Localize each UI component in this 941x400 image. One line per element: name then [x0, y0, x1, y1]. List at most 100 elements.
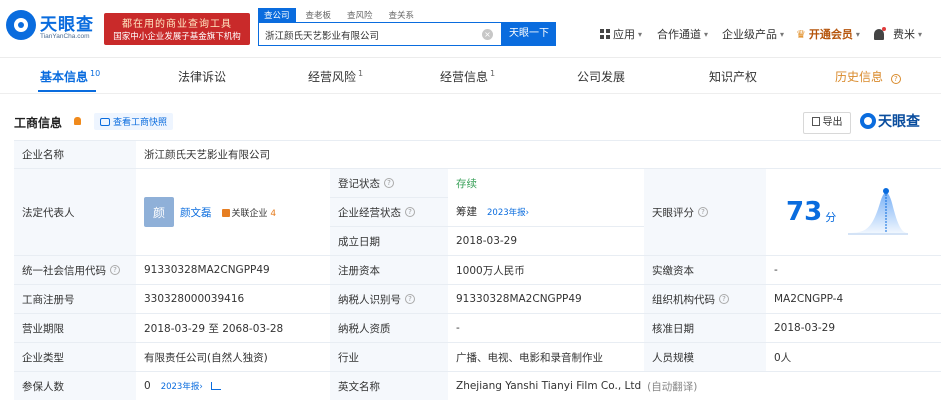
nav-enterprise-label: 企业级产品 — [722, 28, 777, 41]
reg-status-label: 登记状态 — [338, 177, 380, 190]
nav-channel-label: 合作通道 — [657, 28, 701, 41]
value-company-name: 浙江颜氏天艺影业有限公司 — [136, 140, 941, 168]
value-insured: 0 2023年报› — [136, 371, 330, 400]
nav-user-label: 费米 — [893, 28, 915, 41]
nav-channel[interactable]: 合作通道 ▾ — [657, 26, 708, 42]
label-company-name: 企业名称 — [14, 140, 136, 168]
tab-label: 公司发展 — [577, 70, 626, 84]
crown-icon: ♛ — [796, 27, 806, 41]
search-tab-company[interactable]: 查公司 — [258, 8, 296, 22]
insured-report-link[interactable]: 2023年报› — [161, 380, 203, 392]
related-companies[interactable]: 关联企业 4 — [221, 206, 277, 219]
tab-litigation[interactable]: 法律诉讼 — [178, 68, 228, 85]
value-reg-status: 存续 — [448, 168, 644, 197]
question-icon[interactable]: ? — [719, 294, 729, 304]
label-org-code: 组织机构代码? — [644, 284, 766, 313]
chevron-down-icon: ▾ — [855, 29, 860, 39]
question-icon[interactable]: ? — [405, 207, 415, 217]
score-cell[interactable]: 73 分 — [766, 168, 941, 255]
en-name-note: (自动翻译) — [647, 380, 698, 393]
label-type: 企业类型 — [14, 342, 136, 371]
tab-label: 法律诉讼 — [178, 70, 227, 84]
value-biz-status: 筹建 2023年报› — [448, 197, 644, 226]
credit-code-label: 统一社会信用代码 — [22, 264, 106, 277]
label-term: 营业期限 — [14, 313, 136, 342]
question-icon[interactable]: ? — [384, 178, 394, 188]
label-reg-capital: 注册资本 — [330, 255, 448, 284]
logo-eye-icon — [860, 113, 876, 129]
export-button[interactable]: 导出 — [803, 112, 851, 134]
logo-subtitle: TianYanCha.com — [40, 33, 90, 40]
logo-eye-icon — [6, 10, 36, 40]
promo-line1: 都在用的商业查询工具 — [122, 19, 232, 30]
promo-line2: 国家中小企业发展子基金旗下机构 — [113, 32, 241, 42]
tab-ip[interactable]: 知识产权 — [709, 68, 759, 85]
active-tab-indicator — [38, 90, 96, 92]
tab-count: 1 — [358, 69, 364, 78]
top-header: 天眼查 TianYanCha.com 都在用的商业查询工具 国家中小企业发展子基… — [0, 0, 941, 58]
annual-report-label: 2023年报 — [487, 207, 526, 218]
value-org-code: MA2CNGPP-4 — [766, 284, 941, 313]
related-label: 关联企业 — [231, 208, 268, 219]
org-code-label: 组织机构代码 — [652, 293, 715, 306]
section-title: 工商信息 — [14, 116, 63, 130]
camera-icon — [100, 118, 110, 126]
biz-status-value: 筹建 — [456, 206, 477, 218]
label-biz-status: 企业经营状态? — [330, 197, 448, 226]
chevron-down-icon: ▾ — [918, 29, 923, 39]
nav-enterprise[interactable]: 企业级产品 ▾ — [722, 26, 784, 42]
search-tabs: 查公司 查老板 查风险 查关系 — [258, 8, 558, 22]
value-en-name: Zhejiang Yanshi Tianyi Film Co., Ltd (自动… — [448, 371, 941, 400]
tab-count: 1 — [490, 69, 496, 78]
export-icon — [811, 117, 820, 126]
score-unit: 分 — [825, 211, 837, 224]
tab-business-risk[interactable]: 经营风险 1 — [308, 68, 363, 85]
value-approve: 2018-03-29 — [766, 313, 941, 342]
tab-label: 经营风险 — [308, 70, 357, 84]
detail-tabs: 基本信息 10 法律诉讼 经营风险 1 经营信息 1 公司发展 知识产权 历史信息 ? — [0, 62, 941, 94]
label-legal-rep: 法定代表人 — [14, 168, 136, 255]
search-tab-boss[interactable]: 查老板 — [300, 8, 338, 22]
trend-chart-icon[interactable] — [210, 382, 221, 390]
tab-development[interactable]: 公司发展 — [577, 68, 627, 85]
search-tab-risk[interactable]: 查风险 — [341, 8, 379, 22]
nav-app-label: 应用 — [613, 28, 635, 41]
legal-rep-name-link[interactable]: 颜文磊 — [180, 205, 212, 220]
tab-history[interactable]: 历史信息 ? — [835, 68, 901, 85]
clear-icon[interactable]: × — [482, 29, 493, 40]
company-icon — [221, 208, 230, 217]
value-reg-capital: 1000万人民币 — [448, 255, 644, 284]
value-credit-code: 91330328MA2CNGPP49 — [136, 255, 330, 284]
question-icon[interactable]: ? — [405, 294, 415, 304]
site-logo[interactable]: 天眼查 TianYanCha.com — [6, 8, 102, 48]
related-count: 4 — [270, 208, 277, 219]
promo-banner[interactable]: 都在用的商业查询工具 国家中小企业发展子基金旗下机构 — [104, 13, 250, 45]
question-icon: ? — [890, 74, 901, 84]
tab-label: 经营信息 — [440, 70, 489, 84]
snapshot-button[interactable]: 查看工商快照 — [94, 113, 174, 130]
tab-basic-info[interactable]: 基本信息 10 — [40, 68, 100, 85]
nav-vip[interactable]: ♛ 开通会员 ▾ — [796, 26, 860, 42]
search-tab-relation[interactable]: 查关系 — [383, 8, 421, 22]
value-taxpayer: - — [448, 313, 644, 342]
tab-business-info[interactable]: 经营信息 1 — [440, 68, 495, 85]
brand-watermark: 天眼查 — [860, 111, 920, 131]
search-input[interactable]: 浙江颜氏天艺影业有限公司 × — [258, 22, 502, 46]
label-paid-capital: 实缴资本 — [644, 255, 766, 284]
snapshot-label: 查看工商快照 — [113, 118, 168, 128]
tax-id-label: 纳税人识别号 — [338, 293, 401, 306]
bell-icon[interactable] — [874, 26, 886, 40]
search-input-value: 浙江颜氏天艺影业有限公司 — [265, 31, 380, 42]
annual-report-link[interactable]: 2023年报› — [487, 206, 529, 218]
question-icon[interactable]: ? — [110, 265, 120, 275]
search-button[interactable]: 天眼一下 — [502, 22, 556, 46]
label-reg-status: 登记状态? — [330, 168, 448, 197]
score-distribution-chart — [848, 188, 909, 235]
nav-app[interactable]: 应用 ▾ — [600, 26, 642, 42]
tab-label: 基本信息 — [40, 70, 89, 84]
nav-user[interactable]: 费米 ▾ — [874, 26, 922, 42]
logo-text: 天眼查 — [40, 15, 94, 35]
value-reg-no: 330328000039416 — [136, 284, 330, 313]
question-icon[interactable]: ? — [698, 207, 708, 217]
label-score: 天眼评分? — [644, 168, 766, 255]
